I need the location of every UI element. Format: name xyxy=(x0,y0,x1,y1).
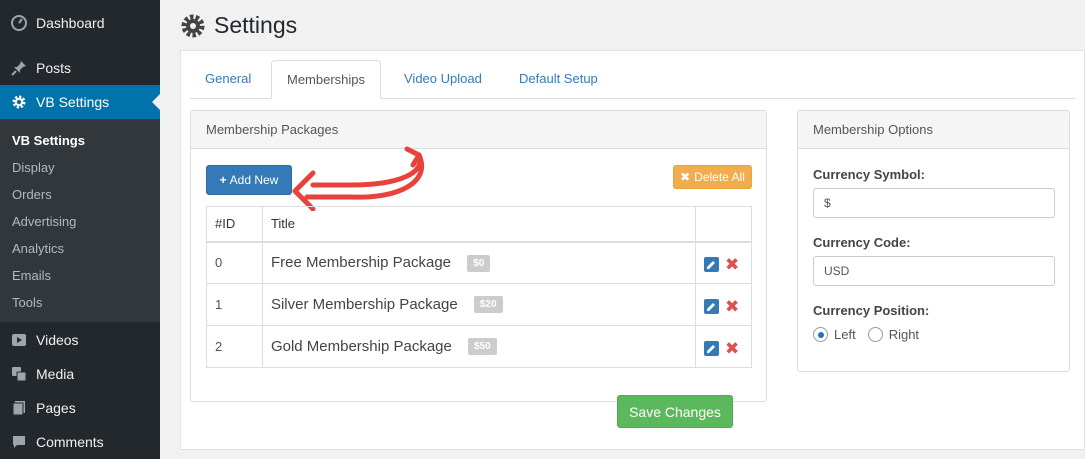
edit-icon[interactable] xyxy=(704,299,719,314)
table-row: 0 Free Membership Package $0 ✖ xyxy=(206,241,752,284)
submenu-item-orders[interactable]: Orders xyxy=(0,181,160,208)
menu-item-label: Comments xyxy=(36,434,104,450)
currency-symbol-label: Currency Symbol: xyxy=(813,167,925,182)
edit-icon[interactable] xyxy=(704,341,719,356)
menu-item-comments[interactable]: Comments xyxy=(0,425,160,459)
membership-packages-box: Membership Packages + Add New ✖ Delete A… xyxy=(190,110,767,402)
table-row: 1 Silver Membership Package $20 ✖ xyxy=(206,283,752,326)
menu-item-label: Pages xyxy=(36,400,76,416)
row-id: 2 xyxy=(206,325,263,368)
column-header-actions xyxy=(695,206,752,243)
row-title: Silver Membership Package xyxy=(270,295,458,313)
menu-item-pages[interactable]: Pages xyxy=(0,391,160,425)
row-title-cell: Free Membership Package $0 xyxy=(261,241,697,284)
menu-item-label: Videos xyxy=(36,332,79,348)
row-title-cell: Gold Membership Package $50 xyxy=(261,325,697,368)
dashboard-icon xyxy=(10,14,28,32)
delete-icon[interactable]: ✖ xyxy=(725,256,739,273)
delete-icon[interactable]: ✖ xyxy=(725,340,739,357)
delete-icon[interactable]: ✖ xyxy=(725,298,739,315)
main-content: Settings General Memberships Video Uploa… xyxy=(180,0,1085,459)
column-header-id: #ID xyxy=(206,206,263,243)
menu-item-label: Media xyxy=(36,366,75,382)
box-heading: Membership Options xyxy=(798,111,1069,149)
submenu-item-display[interactable]: Display xyxy=(0,154,160,181)
edit-icon[interactable] xyxy=(704,257,719,273)
close-icon: ✖ xyxy=(680,170,691,184)
menu-item-label: Dashboard xyxy=(36,15,105,31)
add-new-button[interactable]: + Add New xyxy=(206,165,292,195)
submenu-item-vb-settings[interactable]: VB Settings xyxy=(0,127,160,154)
radio-right-label: Right xyxy=(888,327,920,342)
comment-icon xyxy=(10,433,28,451)
pin-icon xyxy=(10,59,28,77)
currency-code-label: Currency Code: xyxy=(813,235,911,250)
menu-item-media[interactable]: Media xyxy=(0,357,160,391)
submenu-item-analytics[interactable]: Analytics xyxy=(0,235,160,262)
menu-item-vb-settings[interactable]: VB Settings xyxy=(0,85,160,119)
packages-table: #ID Title 0 Free Membership Package $0 ✖ xyxy=(206,206,752,368)
submenu-item-advertising[interactable]: Advertising xyxy=(0,208,160,235)
play-icon xyxy=(10,331,28,349)
media-icon xyxy=(10,365,28,383)
delete-all-button[interactable]: ✖ Delete All xyxy=(673,165,752,189)
tab-general[interactable]: General xyxy=(190,60,266,99)
menu-item-dashboard[interactable]: Dashboard xyxy=(0,6,160,40)
save-changes-button[interactable]: Save Changes xyxy=(617,395,733,428)
row-title: Free Membership Package xyxy=(270,253,452,271)
page-title: Settings xyxy=(180,12,297,39)
radio-right[interactable] xyxy=(867,327,883,342)
admin-sidebar: Dashboard Posts VB Settings VB Settings … xyxy=(0,0,160,459)
menu-item-posts[interactable]: Posts xyxy=(0,51,160,85)
tab-default-setup[interactable]: Default Setup xyxy=(504,60,613,99)
radio-left[interactable] xyxy=(813,327,828,342)
currency-symbol-input[interactable]: $ xyxy=(813,188,1055,218)
price-badge: $50 xyxy=(468,338,497,356)
table-row: 2 Gold Membership Package $50 ✖ xyxy=(206,325,752,368)
row-actions: ✖ xyxy=(695,241,752,284)
submenu-item-tools[interactable]: Tools xyxy=(0,289,160,316)
settings-tabs: General Memberships Video Upload Default… xyxy=(190,60,1075,99)
row-title-cell: Silver Membership Package $20 xyxy=(261,283,697,326)
row-title: Gold Membership Package xyxy=(270,337,452,355)
row-actions: ✖ xyxy=(695,325,752,368)
tab-video-upload[interactable]: Video Upload xyxy=(389,60,497,99)
page-title-text: Settings xyxy=(214,12,298,38)
plus-icon: + xyxy=(219,173,227,187)
menu-item-label: VB Settings xyxy=(36,94,110,110)
radio-left-label: Left xyxy=(834,327,856,342)
submenu-item-emails[interactable]: Emails xyxy=(0,262,160,289)
annotation-arrow-icon xyxy=(292,146,425,211)
currency-position-group: Left Right xyxy=(813,327,931,342)
tab-memberships[interactable]: Memberships xyxy=(271,60,382,99)
table-header-row: #ID Title xyxy=(206,206,752,243)
box-heading: Membership Packages xyxy=(191,111,766,149)
row-id: 1 xyxy=(206,283,263,326)
row-id: 0 xyxy=(206,241,263,284)
membership-options-box: Membership Options Currency Symbol: $ Cu… xyxy=(797,110,1070,372)
add-new-label: Add New xyxy=(229,173,279,187)
gear-icon xyxy=(180,13,206,39)
menu-item-videos[interactable]: Videos xyxy=(0,323,160,357)
column-header-title: Title xyxy=(261,206,697,243)
gear-icon xyxy=(10,93,28,111)
price-badge: $0 xyxy=(467,254,491,272)
price-badge: $20 xyxy=(473,296,503,314)
currency-code-input[interactable]: USD xyxy=(813,256,1055,286)
currency-position-label: Currency Position: xyxy=(813,303,930,318)
menu-item-label: Posts xyxy=(36,60,72,76)
row-actions: ✖ xyxy=(695,283,752,326)
pages-icon xyxy=(10,399,28,417)
vb-settings-submenu: VB Settings Display Orders Advertising A… xyxy=(0,119,160,322)
delete-all-label: Delete All xyxy=(694,170,745,184)
